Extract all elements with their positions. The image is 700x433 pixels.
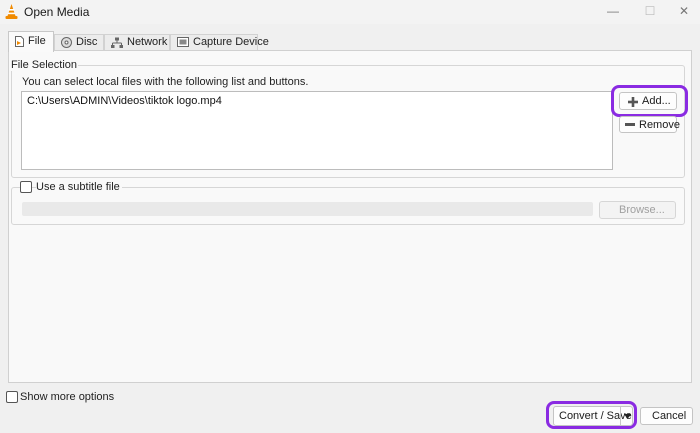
file-selection-description: You can select local files with the foll… [22,76,309,88]
tab-disc[interactable]: Disc [54,34,104,51]
show-more-options-checkbox[interactable] [6,391,18,403]
subtitle-checkbox[interactable] [20,181,32,193]
close-button[interactable]: ✕ [674,2,694,20]
file-selection-title: File Selection [10,59,79,71]
title-bar: Open Media — ☐ ✕ [0,0,700,24]
file-list[interactable]: C:\Users\ADMIN\Videos\tiktok logo.mp4 [21,91,613,170]
convert-save-button[interactable]: Convert / Save [553,406,633,426]
minus-icon [625,123,635,126]
convert-save-dropdown[interactable] [620,407,633,425]
subtitle-checkbox-label: Use a subtitle file [36,181,122,193]
chevron-down-icon [624,414,631,419]
add-button[interactable]: Add... [619,92,677,110]
capture-device-icon [177,37,189,48]
plus-icon [628,97,638,107]
maximize-button[interactable]: ☐ [640,2,660,20]
list-item[interactable]: C:\Users\ADMIN\Videos\tiktok logo.mp4 [27,95,222,107]
network-icon [111,37,123,48]
minimize-button[interactable]: — [603,2,623,20]
tab-network[interactable]: Network [104,34,170,51]
cancel-button[interactable]: Cancel [640,407,693,425]
tab-capture-device[interactable]: Capture Device [170,34,269,51]
remove-button[interactable]: Remove [619,116,680,133]
vlc-cone-icon [5,4,18,19]
subtitle-path-field [22,202,593,216]
browse-button: Browse... [599,201,676,219]
file-icon [15,35,24,47]
tab-file[interactable]: File [8,31,54,52]
window-title: Open Media [24,5,90,19]
disc-icon [61,36,72,48]
show-more-options-label: Show more options [20,391,115,403]
